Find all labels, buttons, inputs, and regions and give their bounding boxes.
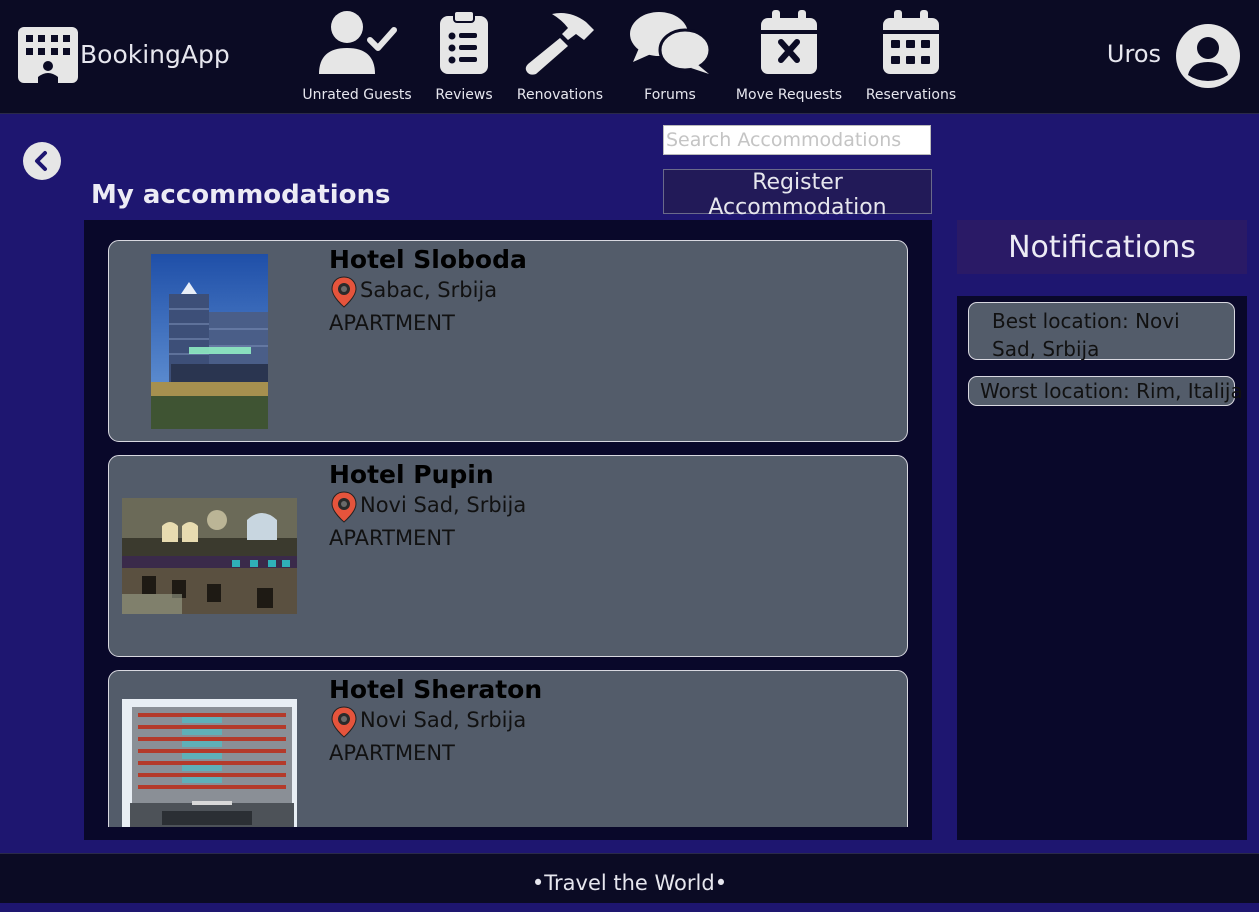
notifications-title: Notifications [957, 220, 1247, 274]
accommodations-list[interactable]: Hotel Sloboda Sabac, Srbija APARTMENT Ho… [84, 220, 932, 827]
nav-label-reservations: Reservations [865, 87, 957, 103]
accommodation-name: Hotel Sheraton [329, 675, 543, 704]
nav-label-forums: Forums [644, 87, 696, 103]
nav-reviews[interactable]: Reviews [428, 0, 500, 114]
notifications-panel: Best location: Novi Sad, Srbija Worst lo… [957, 296, 1247, 840]
footer: •Travel the World• [0, 853, 1259, 903]
footer-tagline: •Travel the World• [531, 871, 728, 895]
chat-bubbles-icon [630, 12, 711, 74]
search-accommodations-input[interactable] [663, 125, 931, 155]
user-check-icon [319, 11, 397, 74]
hammer-icon [525, 13, 594, 75]
page-title: My accommodations [91, 180, 391, 210]
accommodations-panel: Hotel Sloboda Sabac, Srbija APARTMENT Ho… [84, 220, 932, 840]
back-button[interactable] [22, 141, 62, 181]
accommodation-name: Hotel Pupin [329, 460, 494, 489]
nav-label-unrated-guests: Unrated Guests [302, 87, 412, 103]
nav-renovations[interactable]: Renovations [510, 0, 610, 114]
notification-item[interactable]: Best location: Novi Sad, Srbija [968, 302, 1235, 361]
clipboard-list-icon [440, 10, 488, 74]
top-navigation-bar: BookingApp Unrated Guests Reviews Renova… [0, 0, 1259, 114]
notification-item[interactable]: Worst location: Rim, Italija [968, 376, 1243, 406]
register-accommodation-button[interactable]: Register Accommodation [663, 169, 932, 220]
location-pin-icon [331, 491, 357, 523]
accommodation-card[interactable]: Hotel Sloboda Sabac, Srbija APARTMENT [108, 240, 908, 442]
nav-forums[interactable]: Forums [625, 0, 715, 114]
calendar-grid-icon [883, 10, 939, 74]
accommodation-card[interactable]: Hotel Sheraton Novi Sad, Srbija APARTMEN… [108, 670, 908, 827]
user-avatar-icon[interactable] [1175, 23, 1241, 89]
nav-reservations[interactable]: Reservations [862, 0, 960, 114]
accommodation-type: APARTMENT [329, 311, 455, 335]
accommodation-name: Hotel Sloboda [329, 245, 527, 274]
hotel-building-logo-icon[interactable] [16, 23, 80, 87]
nav-unrated-guests[interactable]: Unrated Guests [300, 0, 414, 114]
calendar-x-icon [761, 10, 817, 74]
location-pin-icon [331, 706, 357, 738]
nav-label-renovations: Renovations [516, 87, 604, 103]
brand-name: BookingApp [80, 40, 230, 69]
accommodation-photo [122, 699, 297, 827]
accommodation-type: APARTMENT [329, 526, 455, 550]
accommodation-photo [151, 254, 268, 429]
accommodation-location-text: Novi Sad, Srbija [360, 708, 527, 732]
location-pin-icon [331, 276, 357, 308]
accommodation-type: APARTMENT [329, 741, 455, 765]
nav-move-requests[interactable]: Move Requests [735, 0, 843, 114]
accommodation-card[interactable]: Hotel Pupin Novi Sad, Srbija APARTMENT [108, 455, 908, 657]
accommodation-location-text: Novi Sad, Srbija [360, 493, 527, 517]
accommodation-photo [122, 498, 297, 614]
accommodation-location-text: Sabac, Srbija [360, 278, 498, 302]
username[interactable]: Uros [1107, 40, 1161, 68]
nav-label-reviews: Reviews [435, 87, 493, 103]
nav-label-move-requests: Move Requests [735, 87, 843, 103]
